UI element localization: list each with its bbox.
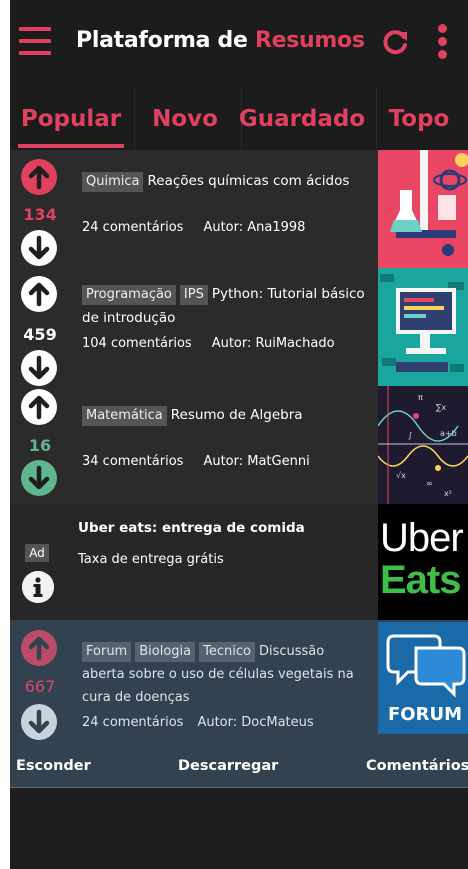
logo-uber: Uber (380, 516, 464, 560)
upvote-arrow-icon[interactable] (21, 630, 57, 666)
tag-badge[interactable]: Programação (82, 285, 176, 305)
comment-count[interactable]: 24 comentários (82, 715, 183, 730)
app-window: Plataforma de Resumos Popular Novo Guard… (10, 0, 468, 869)
downvote-arrow-icon[interactable] (21, 350, 57, 386)
svg-text:∑x: ∑x (436, 403, 446, 412)
comments-button[interactable]: Comentários (366, 758, 468, 774)
post-meta: 104 comentários Autor: RuiMachado (82, 336, 335, 351)
post-title[interactable]: Forum Biologia Tecnico Discussão aberta sob… (82, 640, 367, 709)
post-item[interactable]: 134 Quimica Reações químicas com ácidos 2… (10, 150, 468, 268)
comment-count[interactable]: 24 comentários (82, 220, 183, 235)
app-header: Plataforma de Resumos (10, 0, 468, 88)
vote-score: 16 (28, 436, 52, 455)
upvote-arrow-icon[interactable] (21, 389, 57, 425)
divider (10, 787, 468, 788)
svg-text:∫: ∫ (408, 431, 412, 440)
tag-badge[interactable]: IPS (179, 285, 208, 305)
tab-guardado[interactable]: Guardado (239, 88, 365, 150)
post-meta: 24 comentários Autor: DocMateus (82, 715, 314, 730)
download-button[interactable]: Descarregar (178, 758, 278, 774)
post-author[interactable]: Autor: DocMateus (197, 715, 313, 730)
comment-count[interactable]: 104 comentários (82, 336, 192, 351)
tab-popular[interactable]: Popular (18, 88, 124, 150)
title-accent: Resumos (254, 28, 365, 53)
post-author[interactable]: Autor: RuiMachado (212, 336, 335, 351)
upvote-arrow-icon[interactable] (21, 159, 57, 195)
tag-badge[interactable]: Matemática (82, 406, 167, 426)
upvote-arrow-icon[interactable] (21, 276, 57, 312)
post-title[interactable]: Quimica Reações químicas com ácidos (82, 169, 382, 193)
post-meta: 34 comentários Autor: MatGenni (82, 454, 310, 469)
vote-score: 459 (23, 325, 57, 344)
title-main: Plataforma de (76, 28, 248, 53)
post-item[interactable]: 16 Matemática Resumo de Algebra 34 coment… (10, 386, 468, 504)
downvote-arrow-icon[interactable] (21, 460, 57, 496)
tab-novo[interactable]: Novo (145, 88, 225, 150)
kebab-menu-icon[interactable] (436, 24, 450, 62)
vote-score: 667 (24, 677, 56, 696)
ad-subtitle: Taxa de entrega grátis (78, 552, 224, 567)
svg-text:x²: x² (444, 489, 452, 498)
tag-badge[interactable]: Biologia (135, 642, 196, 662)
post-title-text: Resumo de Algebra (170, 407, 303, 423)
chemistry-thumbnail[interactable] (378, 150, 468, 268)
hamburger-menu-icon[interactable] (19, 27, 51, 55)
svg-text:a+b: a+b (440, 429, 457, 438)
post-title[interactable]: Programação IPS Python: Tutorial básico de… (82, 282, 382, 330)
tab-topo[interactable]: Topo (382, 88, 456, 150)
tag-badge[interactable]: Forum (82, 642, 132, 662)
app-title: Plataforma de Resumos (76, 28, 365, 53)
svg-text:√x: √x (396, 471, 406, 480)
post-meta: 24 comentários Autor: Ana1998 (82, 220, 305, 235)
info-icon[interactable] (22, 571, 54, 603)
refresh-icon[interactable] (380, 28, 410, 58)
logo-eats: Eats (380, 558, 461, 602)
vote-score: 134 (23, 205, 57, 224)
post-title-text: Reações químicas com ácidos (147, 173, 350, 189)
programming-thumbnail[interactable] (378, 268, 468, 386)
uber-eats-logo[interactable]: Uber Eats (378, 504, 468, 620)
math-thumbnail[interactable]: π ∑x ∫ a+b √x ∞ x² (378, 386, 468, 504)
forum-thumbnail[interactable]: FORUM (378, 622, 468, 734)
tab-bar: Popular Novo Guardado Topo (10, 88, 468, 150)
tag-badge[interactable]: Tecnico (199, 642, 255, 662)
post-title[interactable]: Matemática Resumo de Algebra (82, 403, 382, 427)
ad-title[interactable]: Uber eats: entrega de comida (78, 520, 305, 536)
tag-badge[interactable]: Quimica (82, 172, 144, 192)
hide-button[interactable]: Esconder (16, 758, 91, 774)
downvote-arrow-icon[interactable] (21, 704, 57, 740)
downvote-arrow-icon[interactable] (21, 230, 57, 266)
comment-count[interactable]: 34 comentários (82, 454, 183, 469)
forum-label: FORUM (388, 704, 462, 725)
post-author[interactable]: Autor: Ana1998 (203, 220, 305, 235)
svg-text:∞: ∞ (426, 479, 433, 488)
svg-text:π: π (418, 393, 423, 402)
post-author[interactable]: Autor: MatGenni (203, 454, 309, 469)
post-item[interactable]: 459 Programação IPS Python: Tutorial básic… (10, 268, 468, 386)
ad-badge: Ad (25, 544, 49, 562)
